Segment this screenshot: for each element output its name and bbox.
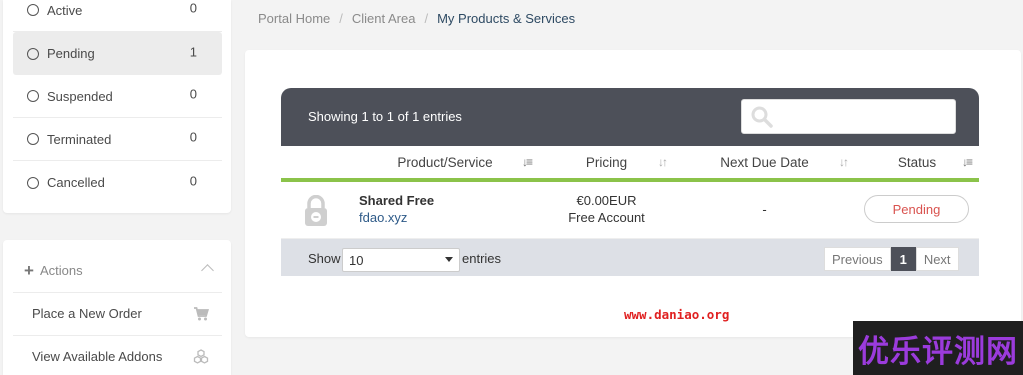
sort-icon: ↓↑	[658, 155, 668, 169]
column-label: Product/Service	[397, 154, 493, 170]
page-size-select[interactable]: 10	[342, 248, 460, 272]
filter-count: 0	[189, 172, 197, 188]
page-size-value: 10	[349, 252, 364, 268]
radio-icon	[27, 176, 39, 189]
radio-icon	[27, 133, 39, 145]
radio-icon	[27, 90, 39, 102]
breadcrumb-client-area[interactable]: Client Area	[352, 11, 416, 26]
pagination: Previous 1 Next	[824, 247, 959, 271]
breadcrumb-current: My Products & Services	[437, 11, 576, 26]
sort-asc-icon: ↓≡	[961, 155, 973, 169]
filter-pending[interactable]: Pending 1	[13, 32, 222, 75]
filter-terminated[interactable]: Terminated 0	[13, 118, 222, 161]
next-due-date: -	[762, 202, 767, 217]
column-label: Pricing	[585, 154, 628, 170]
sort-asc-icon: ↓≡	[521, 155, 533, 169]
column-product-service[interactable]: Product/Service ↓≡	[351, 146, 539, 182]
filter-cancelled[interactable]: Cancelled 0	[13, 161, 222, 204]
table-row[interactable]: Shared Free fdao.xyz €0.00EUR Free Accou…	[281, 182, 979, 239]
cart-icon	[193, 306, 210, 325]
filter-count: 0	[189, 129, 197, 145]
product-name: Shared Free	[359, 193, 435, 208]
actions-title: Actions	[39, 263, 83, 278]
view-addons-link[interactable]: View Available Addons	[13, 335, 222, 375]
filter-count: 1	[189, 43, 197, 59]
actions-header[interactable]: + Actions	[24, 262, 214, 279]
place-new-order-link[interactable]: Place a New Order	[13, 292, 222, 334]
plus-icon: +	[24, 261, 34, 280]
watermark-logo: 优乐评测网	[853, 321, 1023, 375]
product-domain[interactable]: fdao.xyz	[359, 210, 407, 225]
status-badge: Pending	[864, 195, 969, 223]
table-header: Product/Service ↓≡ Pricing ↓↑ Next Due D…	[281, 146, 979, 182]
filter-count: 0	[189, 0, 197, 16]
next-page-button[interactable]: Next	[915, 247, 959, 271]
action-label: View Available Addons	[32, 349, 163, 364]
entries-info: Showing 1 to 1 of 1 entries	[308, 109, 462, 124]
column-status[interactable]: Status ↓≡	[855, 146, 979, 182]
breadcrumb: Portal Home / Client Area / My Products …	[258, 11, 575, 26]
filter-label: Pending	[47, 46, 95, 61]
filter-suspended[interactable]: Suspended 0	[13, 75, 222, 118]
search-input[interactable]	[741, 99, 956, 134]
column-next-due-date[interactable]: Next Due Date ↓↑	[674, 146, 855, 182]
column-label: Next Due Date	[720, 154, 809, 170]
show-label: Show	[308, 251, 341, 266]
chevron-up-icon[interactable]	[201, 264, 214, 277]
filter-active[interactable]: Active 0	[13, 0, 222, 32]
dropdown-arrow-icon	[445, 257, 453, 262]
sort-icon: ↓↑	[839, 155, 849, 169]
table-footer: Show 10 entries Previous 1 Next	[281, 239, 979, 276]
cubes-icon	[193, 349, 209, 368]
action-label: Place a New Order	[32, 306, 142, 321]
status-filter-panel: Active 0 Pending 1 Suspended 0 Terminate…	[3, 0, 231, 213]
lock-icon	[303, 194, 329, 230]
filter-label: Suspended	[47, 88, 113, 104]
entries-label: entries	[462, 251, 502, 266]
previous-page-button[interactable]: Previous	[824, 247, 891, 271]
radio-icon	[27, 47, 39, 60]
breadcrumb-portal-home[interactable]: Portal Home	[258, 11, 330, 26]
page-1-button[interactable]: 1	[890, 247, 916, 271]
filter-label: Terminated	[47, 131, 112, 147]
search-icon	[750, 105, 774, 132]
column-pricing[interactable]: Pricing ↓↑	[539, 146, 674, 182]
product-price: €0.00EUR	[576, 193, 637, 208]
actions-panel: + Actions Place a New Order View Availab…	[3, 240, 231, 375]
filter-label: Active	[47, 2, 83, 18]
filter-count: 0	[189, 86, 197, 102]
products-card: Showing 1 to 1 of 1 entries Product/Serv…	[245, 50, 1021, 337]
breadcrumb-separator: /	[339, 11, 343, 26]
billing-cycle: Free Account	[568, 210, 645, 225]
column-icon	[281, 146, 351, 182]
site-watermark-url: www.daniao.org	[624, 307, 730, 322]
breadcrumb-separator: /	[424, 11, 429, 26]
table-toolbar: Showing 1 to 1 of 1 entries	[281, 88, 979, 146]
column-label: Status	[897, 154, 937, 170]
filter-label: Cancelled	[47, 175, 105, 190]
radio-icon	[27, 4, 39, 16]
